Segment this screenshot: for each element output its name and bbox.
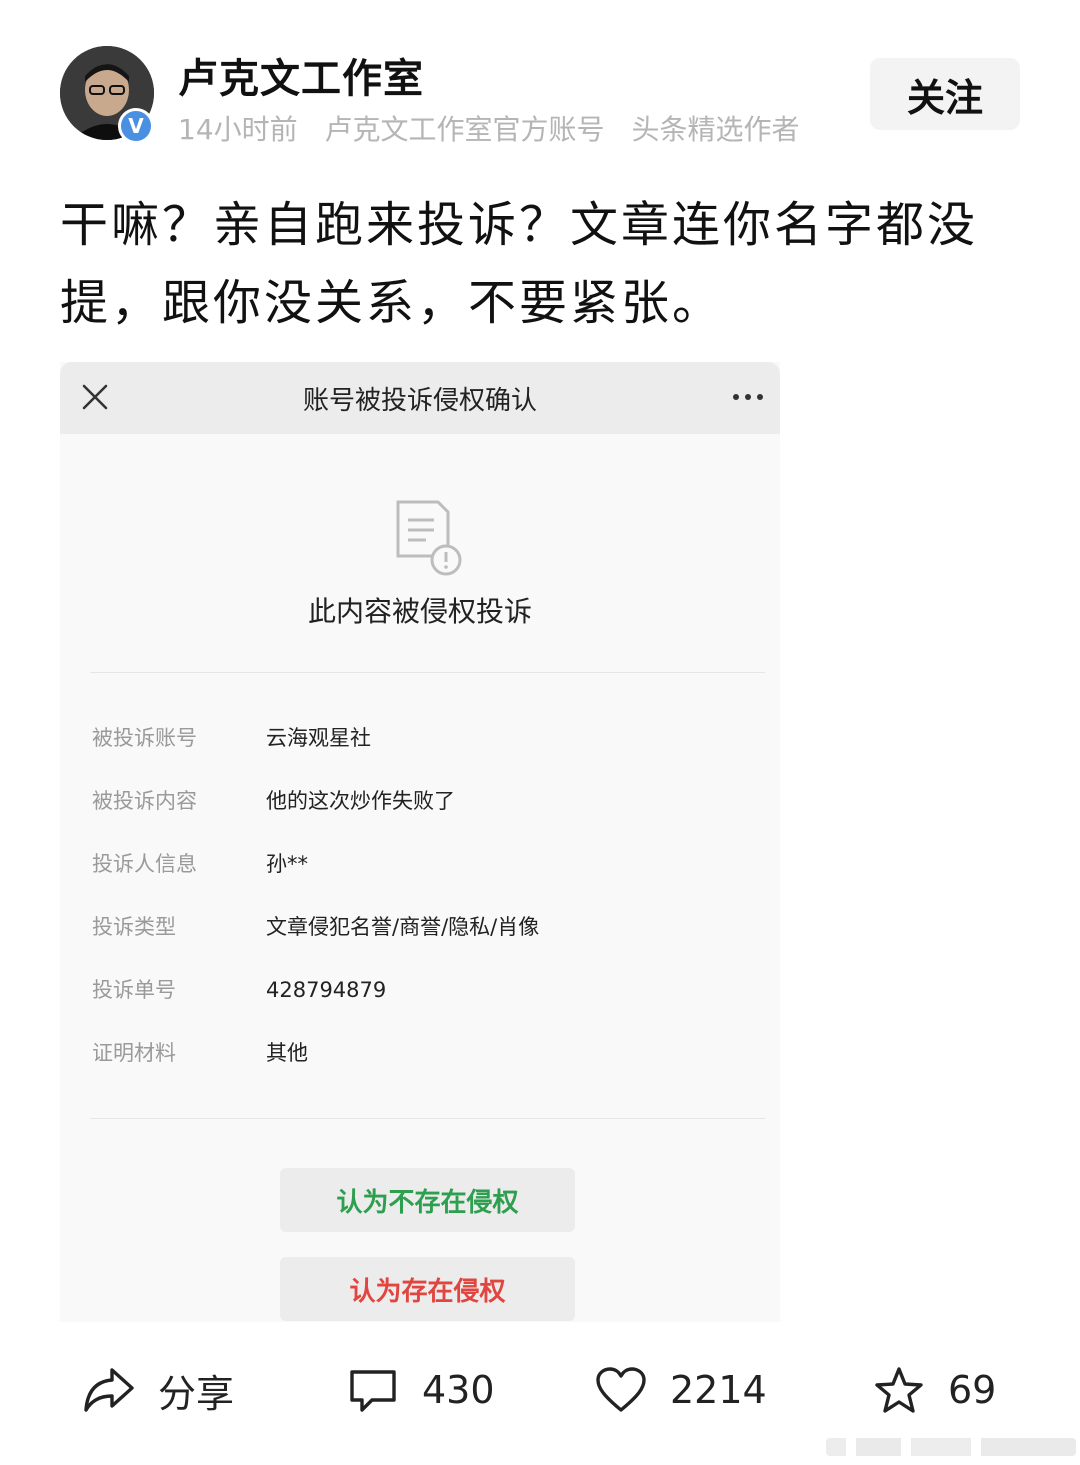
info-label: 证明材料 [92,1041,176,1065]
info-row: 投诉类型 文章侵犯名誉/商誉/隐私/肖像 [92,907,752,947]
author-descriptor: 卢克文工作室官方账号 [324,113,605,146]
info-row: 证明材料 其他 [92,1033,752,1073]
more-icon [733,394,763,400]
info-value: 428794879 [266,978,387,1002]
info-value: 他的这次炒作失败了 [266,789,455,813]
document-warning-icon [396,500,462,576]
heart-icon [596,1367,646,1412]
share-icon [84,1368,134,1412]
star-icon [875,1367,923,1413]
info-label: 投诉类型 [92,915,176,939]
info-value: 文章侵犯名誉/商誉/隐私/肖像 [266,915,540,939]
info-value: 孙** [266,852,308,876]
post-meta: 14小时前 卢克文工作室官方账号 头条精选作者 [178,108,817,148]
post-body: 干嘛？亲自跑来投诉？文章连你名字都没 提，跟你没关系，不要紧张。 [60,186,1030,342]
comment-count: 430 [422,1368,495,1412]
screenshot-title-bar: 账号被投诉侵权确认 [60,362,780,434]
favorite-count: 69 [948,1368,997,1412]
like-count: 2214 [670,1368,767,1412]
post-text-line: 提，跟你没关系，不要紧张。 [60,275,724,331]
favorite-button[interactable]: 69 [872,1360,996,1420]
no-infringement-button: 认为不存在侵权 [280,1168,575,1232]
post-header: V 卢克文工作室 14小时前 卢克文工作室官方账号 头条精选作者 关注 [0,0,1080,160]
follow-button[interactable]: 关注 [870,58,1020,130]
complaint-heading: 此内容被侵权投诉 [307,595,532,628]
like-button[interactable]: 2214 [594,1360,767,1420]
author-name[interactable]: 卢克文工作室 [178,46,424,104]
author-tag: 头条精选作者 [631,113,800,146]
info-row: 被投诉内容 他的这次炒作失败了 [92,781,752,821]
info-value: 云海观星社 [266,726,371,750]
share-label: 分享 [158,1371,235,1416]
info-label: 被投诉账号 [92,726,197,750]
infringement-button: 认为存在侵权 [280,1257,575,1321]
share-button[interactable]: 分享 [82,1360,234,1420]
screenshot-title: 账号被投诉侵权确认 [302,386,537,416]
info-label: 被投诉内容 [92,789,197,813]
comment-button[interactable]: 430 [346,1360,495,1420]
info-row: 投诉单号 428794879 [92,970,752,1010]
verified-badge-icon: V [118,108,154,144]
divider [90,672,765,673]
divider [90,1118,765,1119]
info-row: 投诉人信息 孙** [92,844,752,884]
info-label: 投诉人信息 [92,852,197,876]
post-text-line: 干嘛？亲自跑来投诉？文章连你名字都没 [60,197,979,253]
comment-icon [350,1370,396,1412]
post-time: 14小时前 [178,113,298,146]
info-label: 投诉单号 [92,978,176,1002]
watermark [826,1438,1076,1456]
info-value: 其他 [266,1041,308,1065]
post-image-complaint-screenshot[interactable]: 账号被投诉侵权确认 此内容被侵权投诉 被投诉账号 云海观星社 被投诉内容 他的这… [60,362,780,1322]
info-row: 被投诉账号 云海观星社 [92,718,752,758]
